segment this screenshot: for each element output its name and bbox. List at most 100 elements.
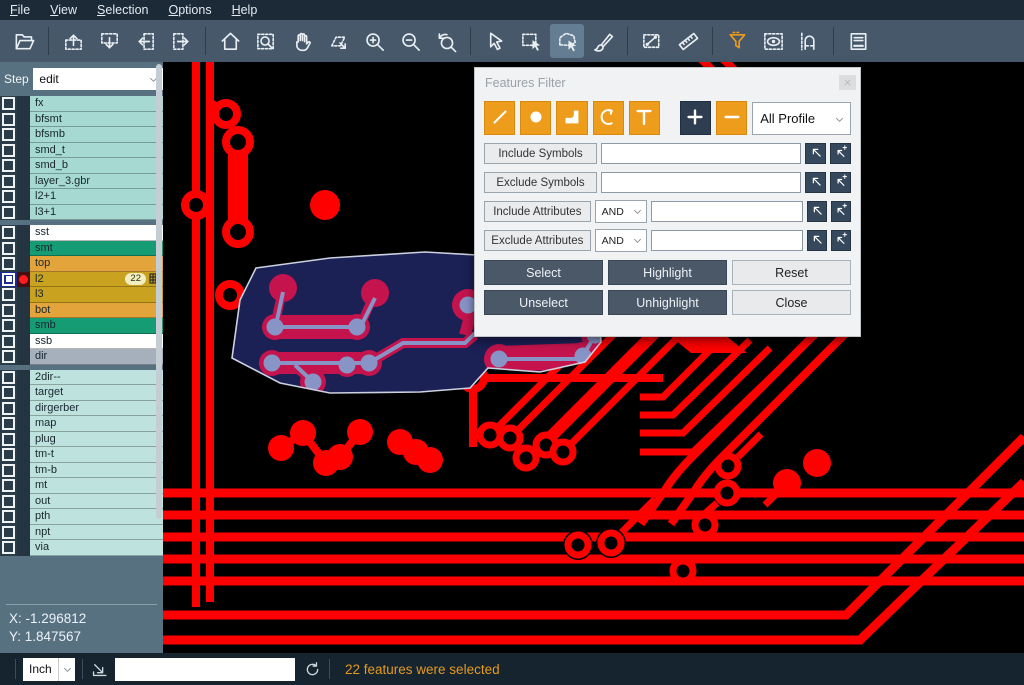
pad-tool-button[interactable] [520,101,551,135]
layer-row-l3+1[interactable]: l3+1 [0,205,163,221]
layer-checkbox[interactable] [2,206,15,219]
layer-name[interactable]: fx [30,96,163,112]
layer-name[interactable]: layer_3.gbr [30,174,163,190]
layer-status-cell[interactable] [17,349,30,365]
layer-row-bot[interactable]: bot [0,303,163,319]
menu-item-file[interactable]: File [0,1,40,19]
layer-checkbox[interactable] [2,97,15,110]
layer-visibility-cell[interactable] [0,334,17,350]
layer-status-cell[interactable] [17,205,30,221]
layer-status-cell[interactable] [17,272,30,288]
refresh-icon[interactable] [303,660,322,679]
layer-name[interactable]: bfsmt [30,112,163,128]
layer-name[interactable]: bot [30,303,163,319]
select-button[interactable]: Select [484,260,603,285]
and-or-select[interactable]: AND [595,200,648,223]
menu-item-selection[interactable]: Selection [87,1,158,19]
pick-from-canvas-button[interactable] [805,143,826,164]
layer-visibility-cell[interactable] [0,189,17,205]
layer-visibility-cell[interactable] [0,463,17,479]
layer-status-cell[interactable] [17,287,30,303]
layer-row-plug[interactable]: plug [0,432,163,448]
drag-view-button[interactable] [321,24,355,58]
layer-checkbox[interactable] [2,257,15,270]
text-tool-button[interactable] [629,101,660,135]
layer-visibility-cell[interactable] [0,447,17,463]
layer-row-smb[interactable]: smb [0,318,163,334]
shift-right-button[interactable] [164,24,198,58]
layer-visibility-cell[interactable] [0,158,17,174]
layer-row-ssb[interactable]: ssb [0,334,163,350]
layer-row-2dir--[interactable]: 2dir-- [0,370,163,386]
layer-checkbox[interactable] [2,402,15,415]
layer-row-bfsmt[interactable]: bfsmt [0,112,163,128]
layer-status-cell[interactable] [17,334,30,350]
layer-checkbox[interactable] [2,175,15,188]
layer-name[interactable]: l3+1 [30,205,163,221]
layer-row-dirgerber[interactable]: dirgerber [0,401,163,417]
layer-checkbox[interactable] [2,526,15,539]
layer-status-cell[interactable] [17,256,30,272]
layer-name[interactable]: pth [30,509,163,525]
layer-checkbox[interactable] [2,371,15,384]
layer-status-cell[interactable] [17,241,30,257]
include-attributes-input[interactable] [651,201,803,222]
layer-status-cell[interactable] [17,225,30,241]
layer-row-via[interactable]: via [0,540,163,556]
layer-row-pth[interactable]: pth [0,509,163,525]
layer-visibility-cell[interactable] [0,494,17,510]
layer-visibility-cell[interactable] [0,478,17,494]
layer-checkbox[interactable] [2,190,15,203]
units-select[interactable]: Inch [23,658,75,681]
layer-name[interactable]: sst [30,225,163,241]
layer-visibility-cell[interactable] [0,272,17,288]
zoom-in-button[interactable] [357,24,391,58]
layer-name[interactable]: tm-b [30,463,163,479]
layer-status-cell[interactable] [17,509,30,525]
layer-status-cell[interactable] [17,432,30,448]
layer-checkbox[interactable] [2,495,15,508]
layer-checkbox[interactable] [2,226,15,239]
layer-name[interactable]: dirgerber [30,401,163,417]
layer-row-layer_3.gbr[interactable]: layer_3.gbr [0,174,163,190]
shift-up-button[interactable] [56,24,90,58]
layer-visibility-cell[interactable] [0,432,17,448]
zoom-window-button[interactable] [249,24,283,58]
exclude-symbols-input[interactable] [601,172,801,193]
layer-visibility-cell[interactable] [0,174,17,190]
features-filter-button[interactable] [720,24,754,58]
and-or-select[interactable]: AND [595,229,648,252]
layer-row-tm-t[interactable]: tm-t [0,447,163,463]
layer-visibility-cell[interactable] [0,241,17,257]
layer-row-sst[interactable]: sst [0,225,163,241]
layer-row-bfsmb[interactable]: bfsmb [0,127,163,143]
layer-checkbox[interactable] [2,288,15,301]
layer-visibility-cell[interactable] [0,385,17,401]
shift-left-button[interactable] [128,24,162,58]
layer-name[interactable]: tm-t [30,447,163,463]
layer-name[interactable]: top [30,256,163,272]
reset-button[interactable]: Reset [732,260,851,285]
layer-checkbox[interactable] [2,433,15,446]
layer-row-l3[interactable]: l3 [0,287,163,303]
layer-row-out[interactable]: out [0,494,163,510]
layer-checkbox[interactable] [2,319,15,332]
highlight-button[interactable]: Highlight [608,260,727,285]
layer-checkbox[interactable] [2,448,15,461]
layer-row-npt[interactable]: npt [0,525,163,541]
pick-add-from-canvas-button[interactable] [830,143,851,164]
exclude-symbols-button[interactable]: Exclude Symbols [484,172,597,193]
layer-visibility-cell[interactable] [0,96,17,112]
layer-row-smd_b[interactable]: smd_b [0,158,163,174]
layer-name[interactable]: smd_b [30,158,163,174]
layer-name[interactable]: smt [30,241,163,257]
home-view-button[interactable] [213,24,247,58]
layer-visibility-cell[interactable] [0,303,17,319]
layer-row-fx[interactable]: fx [0,96,163,112]
unselect-button[interactable]: Unselect [484,290,603,315]
layer-checkbox[interactable] [2,464,15,477]
unhighlight-button[interactable]: Unhighlight [608,290,727,315]
layer-status-cell[interactable] [17,174,30,190]
layer-status-cell[interactable] [17,127,30,143]
layer-name[interactable]: map [30,416,163,432]
